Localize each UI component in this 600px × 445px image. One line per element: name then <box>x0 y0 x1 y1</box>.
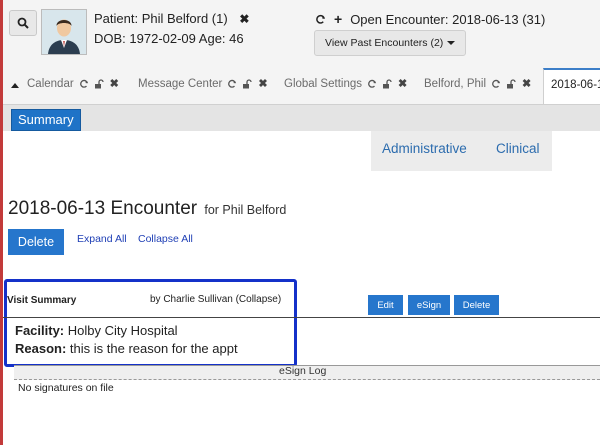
esign-button[interactable]: eSign <box>408 295 450 315</box>
unlock-icon[interactable] <box>382 78 392 89</box>
view-past-encounters-button[interactable]: View Past Encounters (2) <box>314 30 467 56</box>
no-signatures-text: No signatures on file <box>18 382 114 394</box>
unlock-icon[interactable] <box>242 78 253 89</box>
encounter-title: 2018-06-13 Encounter <box>8 198 198 219</box>
unlock-icon[interactable] <box>94 78 104 89</box>
close-icon[interactable]: ✖ <box>110 77 119 90</box>
close-icon[interactable]: ✖ <box>258 77 267 90</box>
open-encounter-value[interactable]: 2018-06-13 (31) <box>452 12 545 27</box>
patient-label: Patient: <box>94 11 139 26</box>
reason-label: Reason: <box>15 341 67 356</box>
patient-name[interactable]: Phil Belford (1) <box>142 11 228 26</box>
view-past-encounters-label: View Past Encounters (2) <box>325 37 444 49</box>
tab-bar: Calendar ✖ Message Center ✖ Global Setti… <box>3 67 600 105</box>
reason-value: this is the reason for the appt <box>69 341 238 356</box>
close-icon[interactable]: ✖ <box>239 12 249 26</box>
tab-calendar[interactable]: Calendar ✖ <box>27 77 119 91</box>
delete-visit-button[interactable]: Delete <box>454 295 499 315</box>
refresh-icon[interactable] <box>491 79 501 89</box>
tab-message-center[interactable]: Message Center ✖ <box>138 77 268 91</box>
esign-log-title: eSign Log <box>279 365 327 377</box>
administrative-link[interactable]: Administrative <box>382 141 467 156</box>
collapse-all-link[interactable]: Collapse All <box>138 233 193 245</box>
refresh-icon[interactable] <box>79 79 89 89</box>
collapse-up-icon[interactable] <box>11 83 19 88</box>
facility-row: Facility: Holby City Hospital <box>15 323 178 338</box>
tab-global-settings[interactable]: Global Settings ✖ <box>284 77 407 91</box>
open-encounter-line: + Open Encounter: 2018-06-13 (31) <box>315 11 545 27</box>
plus-icon[interactable]: + <box>334 11 342 27</box>
visit-summary-author[interactable]: by Charlie Sullivan (Collapse) <box>150 294 281 305</box>
caret-down-icon <box>447 41 456 45</box>
refresh-icon[interactable] <box>227 79 237 89</box>
facility-value: Holby City Hospital <box>67 323 178 338</box>
close-icon[interactable]: ✖ <box>522 77 531 90</box>
open-encounter-label: Open Encounter: <box>350 11 449 27</box>
encounter-for: for Phil Belford <box>204 203 287 217</box>
summary-tab[interactable]: Summary <box>11 109 81 131</box>
section-divider <box>3 317 600 318</box>
search-icon <box>17 17 29 29</box>
expand-all-link[interactable]: Expand All <box>77 233 127 245</box>
tab-encounter-active[interactable]: 2018-06-13 <box>543 68 600 104</box>
search-button[interactable] <box>9 10 37 36</box>
tab-label: Message Center <box>138 77 223 90</box>
clinical-link[interactable]: Clinical <box>496 141 540 156</box>
patient-dob: DOB: 1972-02-09 Age: 46 <box>94 31 244 46</box>
tab-label: 2018-06-13 <box>551 79 600 91</box>
reason-row: Reason: this is the reason for the appt <box>15 341 238 356</box>
facility-label: Facility: <box>15 323 65 338</box>
person-icon <box>42 10 86 54</box>
tab-label: Calendar <box>27 77 74 90</box>
tab-label: Belford, Phil <box>424 77 487 90</box>
summary-strip: Summary <box>3 105 600 131</box>
section-nav: Administrative Clinical <box>371 131 552 171</box>
page-title: 2018-06-13 Encounter for Phil Belford <box>8 198 286 220</box>
visit-summary-label: Visit Summary <box>7 295 77 306</box>
patient-name-line: Patient: Phil Belford (1) ✖ <box>94 11 249 26</box>
tab-belford-phil[interactable]: Belford, Phil ✖ <box>424 77 531 91</box>
patient-avatar <box>41 9 87 55</box>
patient-header: Patient: Phil Belford (1) ✖ DOB: 1972-02… <box>3 0 600 67</box>
edit-button[interactable]: Edit <box>368 295 403 315</box>
unlock-icon[interactable] <box>506 78 516 89</box>
delete-encounter-button[interactable]: Delete <box>8 229 64 255</box>
refresh-icon[interactable] <box>367 79 377 89</box>
close-icon[interactable]: ✖ <box>398 77 407 90</box>
refresh-icon[interactable] <box>315 14 326 25</box>
tab-label: Global Settings <box>284 77 362 90</box>
